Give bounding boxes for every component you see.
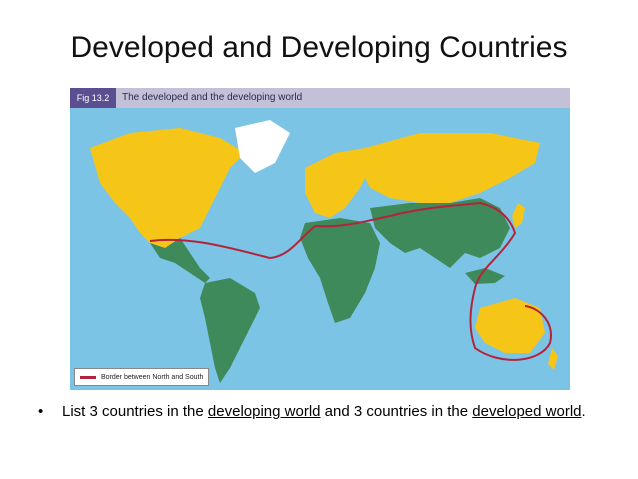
developing-world-link[interactable]: developing world [208,403,321,420]
bullet-text-part3: . [581,403,586,420]
world-map [70,108,570,390]
figure-title: The developed and the developing world [122,92,303,103]
map-legend: Border between North and South [74,368,210,386]
slide-title: Developed and Developing Countries [70,31,568,64]
legend-label: Border between North and South [101,373,204,381]
bullet-marker: • [38,403,44,420]
world-map-figure: Fig 13.2 The developed and the developin… [70,88,570,390]
figure-header: Fig 13.2 The developed and the developin… [70,88,570,108]
legend-line-swatch [80,375,96,379]
bullet-text-part1: List 3 countries in the [62,403,208,420]
developed-world-link[interactable]: developed world [472,403,581,420]
bullet-text-part2: and 3 countries in the [320,403,473,420]
bullet-text: List 3 countries in the developing world… [62,402,592,421]
figure-number: Fig 13.2 [70,88,116,108]
